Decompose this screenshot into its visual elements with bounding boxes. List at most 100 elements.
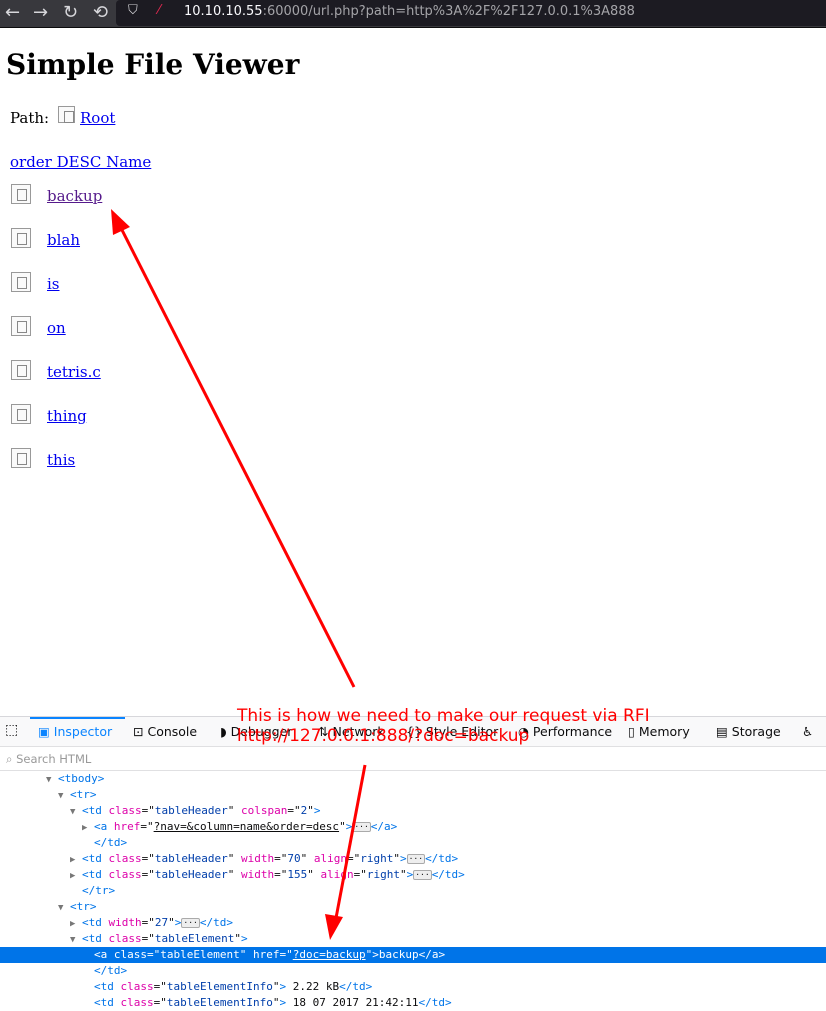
tree-node[interactable]: ▶ <td width="27"> ··· </td> [0, 915, 826, 931]
tree-node[interactable]: ▼ <tr> [0, 899, 826, 915]
code-token: </td> [339, 980, 373, 993]
url-path: :60000/url.php?path=http%3A%2F%2F127.0.0… [262, 4, 635, 19]
tree-node[interactable]: </td> [0, 963, 826, 979]
tree-node[interactable]: </tr> [0, 883, 826, 899]
code-token: =" [274, 852, 288, 865]
code-token: href [252, 948, 280, 961]
back-icon[interactable]: ← [5, 2, 20, 23]
code-token: tableHeader [154, 804, 228, 817]
tree-node[interactable]: ▼ <td class="tableHeader" colspan="2"> [0, 803, 826, 819]
sort-link[interactable]: order DESC Name [10, 153, 151, 171]
collapsed-content-button[interactable]: ··· [406, 854, 426, 864]
file-link[interactable]: blah [47, 231, 80, 249]
code-token: =" [140, 820, 154, 833]
collapsed-content-button[interactable]: ··· [413, 870, 432, 880]
code-token: <td [94, 980, 121, 993]
tab-inspector[interactable]: ▣ Inspector [38, 724, 112, 739]
expand-toggle-icon[interactable]: ▼ [58, 900, 70, 916]
expand-toggle-icon[interactable]: ▼ [70, 804, 82, 820]
code-token: </a> [370, 820, 398, 833]
code-token: </td> [94, 836, 128, 849]
element-picker-icon[interactable]: ⬚ [5, 722, 18, 738]
code-token: <td [94, 996, 121, 1009]
code-token: =" [141, 804, 155, 817]
code-token: " [168, 916, 175, 929]
code-token: <tbody> [58, 772, 105, 785]
code-token: " [307, 804, 314, 817]
code-token: =" [141, 916, 155, 929]
devtools-panel: ⬚ ▣ Inspector ⊡ Console ◗ Debugger ⇅ Networ… [0, 716, 826, 1010]
reload-icon[interactable]: ↻ [63, 2, 78, 23]
code-token: =" [153, 996, 167, 1009]
code-token: tableElement [160, 948, 240, 961]
file-icon [11, 272, 31, 292]
collapsed-content-button[interactable]: ··· [352, 822, 371, 832]
file-link[interactable]: on [47, 319, 66, 337]
code-token: 2.22 kB [286, 980, 340, 993]
code-token: </td> [94, 964, 128, 977]
code-token: <td [82, 916, 109, 929]
tree-node[interactable]: ▼ <td class="tableElement"> [0, 931, 826, 947]
code-token: </td> [431, 868, 465, 881]
code-token: =" [346, 852, 361, 865]
code-token: 18 07 2017 21:42:11 [286, 996, 419, 1009]
expand-toggle-icon[interactable]: ▶ [70, 868, 82, 884]
expand-toggle-icon[interactable]: ▼ [70, 932, 82, 948]
code-token: <td [82, 852, 109, 865]
file-link[interactable]: this [47, 451, 75, 469]
forward-icon[interactable]: → [33, 2, 48, 23]
tab-label: Inspector [53, 724, 113, 739]
code-token[interactable]: ?nav=&column=name&order=desc [154, 820, 339, 833]
tree-node[interactable]: <td class="tableElementInfo"> 18 07 2017… [0, 995, 826, 1011]
insecure-lock-icon[interactable]: ⁄ [158, 3, 160, 18]
tree-node[interactable]: ▶ <a href="?nav=&column=name&order=desc">… [0, 819, 826, 835]
root-link[interactable]: Root [80, 109, 115, 127]
code-token: =" [141, 852, 155, 865]
code-token: <td [82, 932, 109, 945]
folder-icon [58, 106, 75, 123]
code-token: tableElement [154, 932, 235, 945]
code-token: > [313, 804, 321, 817]
code-token: </a> [418, 948, 446, 961]
shield-icon[interactable]: ⛉ [128, 3, 138, 18]
file-link[interactable]: thing [47, 407, 87, 425]
collapsed-content-button[interactable]: ··· [181, 918, 200, 928]
tab-console[interactable]: ⊡ Console [133, 724, 197, 739]
expand-toggle-icon[interactable]: ▼ [46, 772, 58, 788]
code-token: > [240, 932, 248, 945]
file-icon [11, 228, 31, 248]
tree-node[interactable]: ▼ <tbody> [0, 771, 826, 787]
history-icon[interactable]: ⟲ [93, 2, 108, 23]
code-token: <tr> [70, 900, 97, 913]
code-token: width [240, 852, 275, 865]
file-link[interactable]: is [47, 275, 60, 293]
expand-toggle-icon[interactable]: ▼ [58, 788, 70, 804]
file-link[interactable]: backup [47, 187, 102, 205]
tree-node[interactable]: <a class="tableElement" href="?doc=backu… [0, 947, 826, 963]
code-token: =" [274, 868, 288, 881]
file-link[interactable]: tetris.c [47, 363, 101, 381]
code-token: tableElementInfo [166, 980, 273, 993]
code-token: > [406, 868, 414, 881]
tree-node[interactable]: ▶ <td class="tableHeader" width="70" alig… [0, 851, 826, 867]
expand-toggle-icon[interactable]: ▶ [70, 852, 82, 868]
code-token[interactable]: ?doc=backup [293, 948, 366, 961]
file-icon [11, 360, 31, 380]
tab-label: Storage [731, 724, 781, 739]
code-token: class [120, 996, 154, 1009]
code-token: " [307, 868, 321, 881]
search-placeholder: Search HTML [16, 752, 92, 766]
expand-toggle-icon[interactable]: ▶ [82, 820, 94, 836]
annotation-text: This is how we need to make our request … [237, 706, 650, 746]
tree-node[interactable]: <td class="tableElementInfo"> 2.22 kB</t… [0, 979, 826, 995]
search-html-input[interactable]: ⌕ Search HTML [0, 747, 826, 771]
expand-toggle-icon[interactable]: ▶ [70, 916, 82, 932]
annotation-line-1: This is how we need to make our request … [237, 706, 650, 726]
tree-node[interactable]: ▶ <td class="tableHeader" width="155" ali… [0, 867, 826, 883]
code-token: <td [82, 804, 109, 817]
url-bar[interactable]: ⛉ ⁄ 10.10.10.55:60000/url.php?path=http%… [116, 0, 826, 26]
tree-node[interactable]: ▼ <tr> [0, 787, 826, 803]
accessibility-icon[interactable]: ♿ [802, 724, 813, 739]
tree-node[interactable]: </td> [0, 835, 826, 851]
tab-storage[interactable]: ▤ Storage [716, 724, 781, 739]
